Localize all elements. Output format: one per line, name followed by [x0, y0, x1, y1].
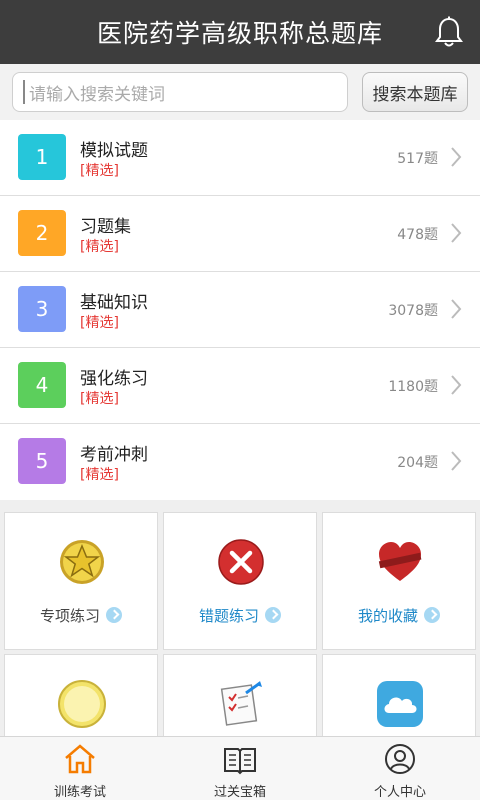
checklist-icon	[220, 681, 262, 726]
list-item[interactable]: 3 基础知识 [精选] 3078题	[0, 272, 480, 348]
item-count: 478题	[397, 227, 438, 243]
item-name: 模拟试题	[80, 141, 148, 161]
item-count: 3078题	[388, 303, 438, 319]
item-name: 习题集	[80, 217, 131, 237]
item-number-badge: 2	[18, 210, 66, 256]
favorites-tile[interactable]: 我的收藏	[322, 512, 476, 650]
special-practice-tile[interactable]: 专项练习	[4, 512, 158, 650]
notepad-icon	[58, 680, 106, 728]
heart-icon	[378, 542, 422, 581]
book-icon	[224, 748, 256, 775]
item-tag: [精选]	[80, 467, 119, 483]
feature-grid: 专项练习 错题练习 我的收藏	[0, 500, 480, 792]
text-caret	[23, 80, 25, 104]
tab-treasure-box[interactable]: 过关宝箱	[160, 737, 320, 800]
chevron-right-icon	[451, 223, 462, 243]
cloud-icon	[377, 681, 423, 727]
tab-label: 过关宝箱	[213, 785, 266, 800]
tab-personal-center[interactable]: 个人中心	[320, 737, 480, 800]
arrow-right-circle-icon	[424, 607, 440, 623]
list-item[interactable]: 1 模拟试题 [精选] 517题	[0, 120, 480, 196]
list-item[interactable]: 5 考前冲刺 [精选] 204题	[0, 424, 480, 500]
tile-label: 专项练习	[39, 607, 100, 625]
list-item[interactable]: 4 强化练习 [精选] 1180题	[0, 348, 480, 424]
tile-label: 我的收藏	[357, 607, 418, 625]
item-tag: [精选]	[80, 315, 119, 331]
page-title: 医院药学高级职称总题库	[96, 19, 383, 48]
question-bank-list: 1 模拟试题 [精选] 517题 2 习题集 [精选] 478题 3 基础知识 …	[0, 120, 480, 500]
item-number-badge: 5	[18, 438, 66, 484]
item-number-badge: 1	[18, 134, 66, 180]
search-placeholder: 请输入搜索关键词	[29, 84, 165, 105]
bottom-tab-bar: 训练考试 过关宝箱 个人中心	[0, 736, 480, 800]
chevron-right-icon	[451, 451, 462, 471]
user-icon	[385, 744, 415, 774]
item-count: 517题	[397, 151, 438, 167]
item-tag: [精选]	[80, 239, 119, 255]
wrong-questions-tile[interactable]: 错题练习	[163, 512, 317, 650]
tab-label: 训练考试	[53, 785, 106, 800]
item-name: 基础知识	[80, 293, 148, 313]
home-icon	[65, 744, 95, 774]
tab-label: 个人中心	[373, 785, 426, 800]
arrow-right-circle-icon	[265, 607, 281, 623]
item-count: 204题	[397, 455, 438, 471]
item-name: 考前冲刺	[80, 445, 148, 465]
search-button[interactable]: 搜索本题库	[362, 72, 468, 112]
bell-icon[interactable]	[434, 16, 464, 48]
error-x-icon	[218, 539, 264, 585]
chevron-right-icon	[451, 299, 462, 319]
item-tag: [精选]	[80, 163, 119, 179]
app-header: 医院药学高级职称总题库	[0, 0, 480, 64]
item-number-badge: 3	[18, 286, 66, 332]
item-tag: [精选]	[80, 391, 119, 407]
tile-label: 错题练习	[198, 607, 259, 625]
star-medal-icon	[60, 540, 104, 584]
list-item[interactable]: 2 习题集 [精选] 478题	[0, 196, 480, 272]
chevron-right-icon	[451, 375, 462, 395]
arrow-right-circle-icon	[106, 607, 122, 623]
search-input[interactable]: 请输入搜索关键词	[12, 72, 348, 112]
chevron-right-icon	[451, 147, 462, 167]
item-name: 强化练习	[80, 369, 148, 389]
search-bar: 请输入搜索关键词 搜索本题库	[0, 64, 480, 120]
item-count: 1180题	[388, 379, 438, 395]
item-number-badge: 4	[18, 362, 66, 408]
tab-training-exam[interactable]: 训练考试	[0, 737, 160, 800]
